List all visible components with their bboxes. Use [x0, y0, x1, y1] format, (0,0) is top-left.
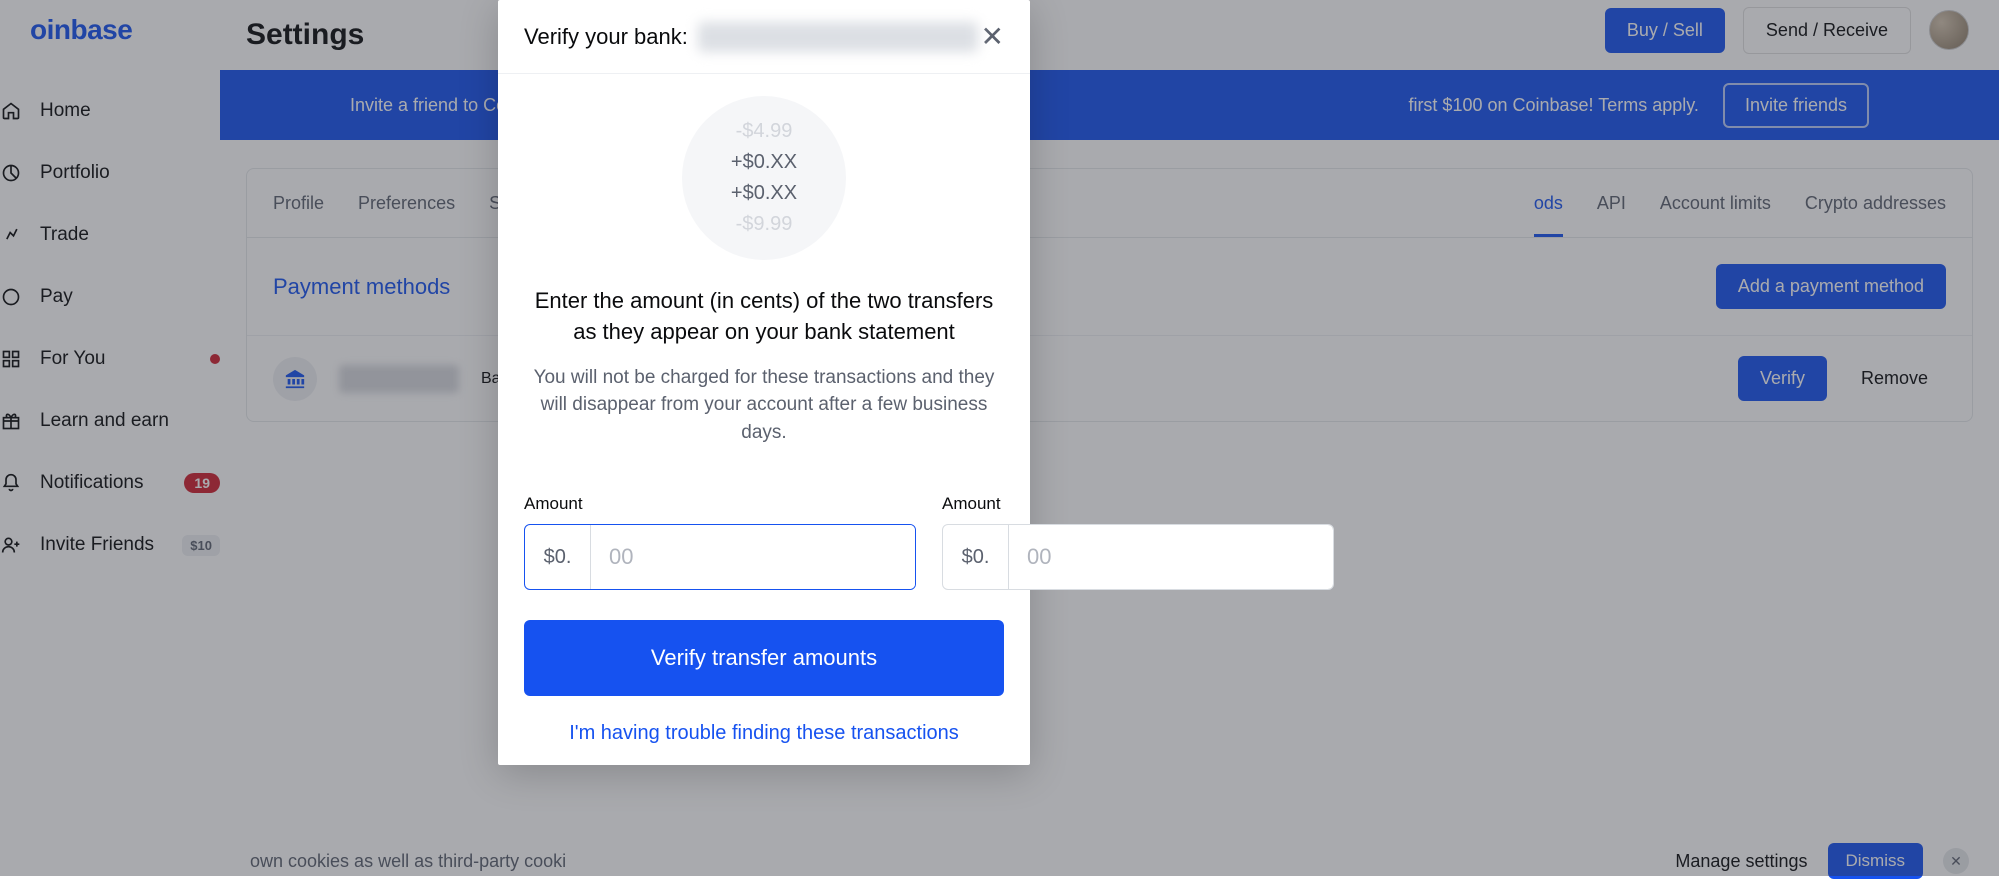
- amount-input-2[interactable]: [1009, 525, 1333, 589]
- redacted-bank-title: [698, 22, 978, 52]
- instruction-primary: Enter the amount (in cents) of the two t…: [524, 286, 1004, 348]
- amount-input-group-2: $0.: [942, 524, 1334, 590]
- amount-label-2: Amount: [942, 494, 1334, 514]
- demo-transactions-graphic: -$4.99 +$0.XX +$0.XX -$9.99: [682, 96, 846, 260]
- demo-line: +$0.XX: [731, 182, 797, 205]
- trouble-link[interactable]: I'm having trouble finding these transac…: [498, 708, 1030, 765]
- instruction-secondary: You will not be charged for these transa…: [524, 364, 1004, 447]
- verify-bank-modal: Verify your bank: ✕ -$4.99 +$0.XX +$0.XX…: [498, 0, 1030, 765]
- demo-line: -$4.99: [736, 120, 793, 143]
- demo-line: -$9.99: [736, 213, 793, 236]
- amount-label-1: Amount: [524, 494, 916, 514]
- demo-line: +$0.XX: [731, 151, 797, 174]
- modal-title-text: Verify your bank:: [524, 24, 688, 50]
- amount-input-1[interactable]: [591, 525, 915, 589]
- amount-input-group-1: $0.: [524, 524, 916, 590]
- amount-prefix: $0.: [525, 525, 591, 589]
- verify-transfer-button[interactable]: Verify transfer amounts: [524, 620, 1004, 696]
- close-icon[interactable]: ✕: [981, 20, 1004, 53]
- amount-prefix: $0.: [943, 525, 1009, 589]
